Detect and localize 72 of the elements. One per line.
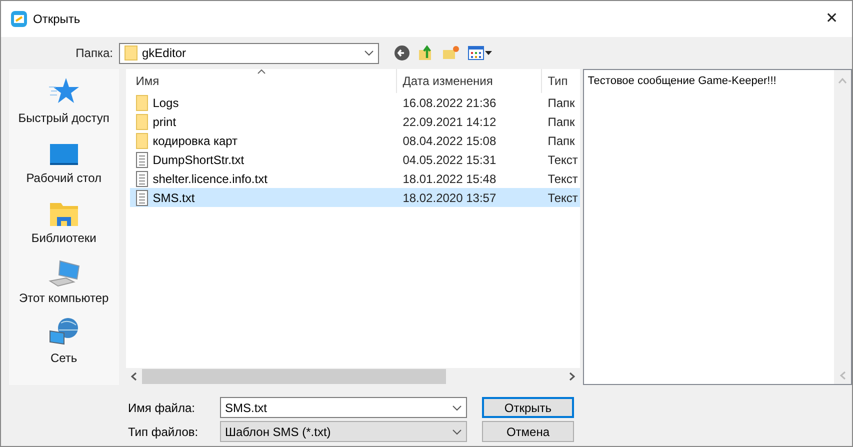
open-button[interactable]: Открыть	[482, 397, 574, 418]
folder-icon	[136, 94, 148, 110]
file-type-label: Тип файлов:	[128, 424, 200, 440]
type-cell-text: Папк	[546, 114, 576, 130]
network-icon	[48, 317, 79, 347]
scrollbar-thumb[interactable]	[142, 369, 446, 384]
file-name: DumpShortStr.txt	[152, 152, 244, 168]
computer-icon	[48, 259, 80, 287]
vertical-scrollbar[interactable]	[834, 70, 851, 384]
file-row[interactable]: кодировка карт 08.04.2022 15:08 Папк	[130, 131, 580, 150]
sort-up-icon	[256, 69, 266, 74]
monitor-icon	[48, 143, 79, 167]
type-cell-text: Текст	[546, 152, 579, 168]
preview-text: Тестовое сообщение Game-Keeper!!!	[586, 74, 778, 89]
app-icon	[11, 11, 27, 27]
document-icon	[136, 190, 148, 206]
folder-icon	[136, 114, 148, 130]
document-icon	[136, 170, 148, 186]
chevron-down-icon	[452, 405, 462, 411]
scroll-left-icon[interactable]	[130, 372, 137, 381]
date-cell-text: 18.02.2020 13:57	[402, 190, 498, 206]
folder-icon	[124, 45, 138, 61]
caret-icon	[485, 51, 492, 55]
file-name: кодировка карт	[152, 132, 238, 150]
column-header[interactable]: Тип	[540, 69, 580, 93]
places-item[interactable]: Библиотеки	[31, 195, 96, 247]
date-cell-text: 18.01.2022 15:48	[402, 170, 498, 188]
column-header[interactable]: Имя	[126, 69, 396, 93]
back-icon[interactable]	[394, 45, 410, 61]
file-name-label: Имя файла:	[128, 400, 196, 416]
date-cell-text: 22.09.2021 14:12	[402, 114, 498, 130]
date-cell-text: 08.04.2022 15:08	[402, 132, 498, 150]
file-type-dropdown[interactable]: Шаблон SMS (*.txt)	[220, 421, 467, 442]
file-row[interactable]: DumpShortStr.txt 04.05.2022 15:31 Текст	[130, 150, 580, 169]
file-name: SMS.txt	[152, 190, 195, 206]
file-name: shelter.licence.info.txt	[152, 170, 268, 188]
folder-up-icon[interactable]	[418, 45, 434, 61]
view-grid-icon	[468, 46, 484, 60]
file-row[interactable]: SMS.txt 18.02.2020 13:57 Текст	[130, 188, 580, 207]
window-title: Открыть	[33, 11, 80, 28]
file-name-field[interactable]: SMS.txt	[220, 397, 467, 418]
file-name: print	[152, 114, 176, 130]
library-folder-icon	[48, 201, 79, 227]
cancel-button[interactable]: Отмена	[482, 421, 574, 442]
places-item[interactable]: Быстрый доступ	[18, 75, 110, 127]
places-item[interactable]: Сеть	[48, 315, 79, 367]
type-cell-text: Текст	[546, 190, 579, 206]
places-item[interactable]: Этот компьютер	[18, 255, 109, 307]
date-cell-text: 04.05.2022 15:31	[402, 152, 498, 168]
file-row[interactable]: print 22.09.2021 14:12 Папк	[130, 112, 580, 131]
scroll-up-icon	[838, 78, 847, 84]
close-button[interactable]: ✕	[812, 4, 852, 34]
column-header[interactable]: Дата изменения	[396, 69, 541, 93]
date-cell-text: 16.08.2022 21:36	[402, 94, 498, 112]
type-cell-text: Текст	[546, 170, 579, 188]
scroll-left-icon	[840, 371, 846, 380]
new-folder-icon[interactable]	[442, 45, 460, 61]
chevron-down-icon	[452, 428, 462, 434]
type-cell-text: Папк	[546, 132, 576, 150]
file-name: Logs	[152, 94, 179, 112]
file-row[interactable]: shelter.licence.info.txt 18.01.2022 15:48 Текст	[130, 169, 580, 188]
view-menu-button[interactable]	[468, 46, 492, 60]
chevron-down-icon	[364, 50, 374, 56]
file-row[interactable]: Logs 16.08.2022 21:36 Папк	[130, 93, 580, 112]
places-item[interactable]: Рабочий стол	[26, 135, 102, 187]
document-icon	[136, 152, 148, 168]
folder-label: Папка:	[74, 45, 114, 62]
horizontal-scrollbar[interactable]	[126, 368, 580, 385]
scroll-right-icon[interactable]	[568, 372, 575, 381]
type-cell-text: Папк	[546, 94, 576, 112]
folder-icon	[136, 132, 148, 148]
folder-dropdown[interactable]: gkEditor	[119, 42, 379, 64]
